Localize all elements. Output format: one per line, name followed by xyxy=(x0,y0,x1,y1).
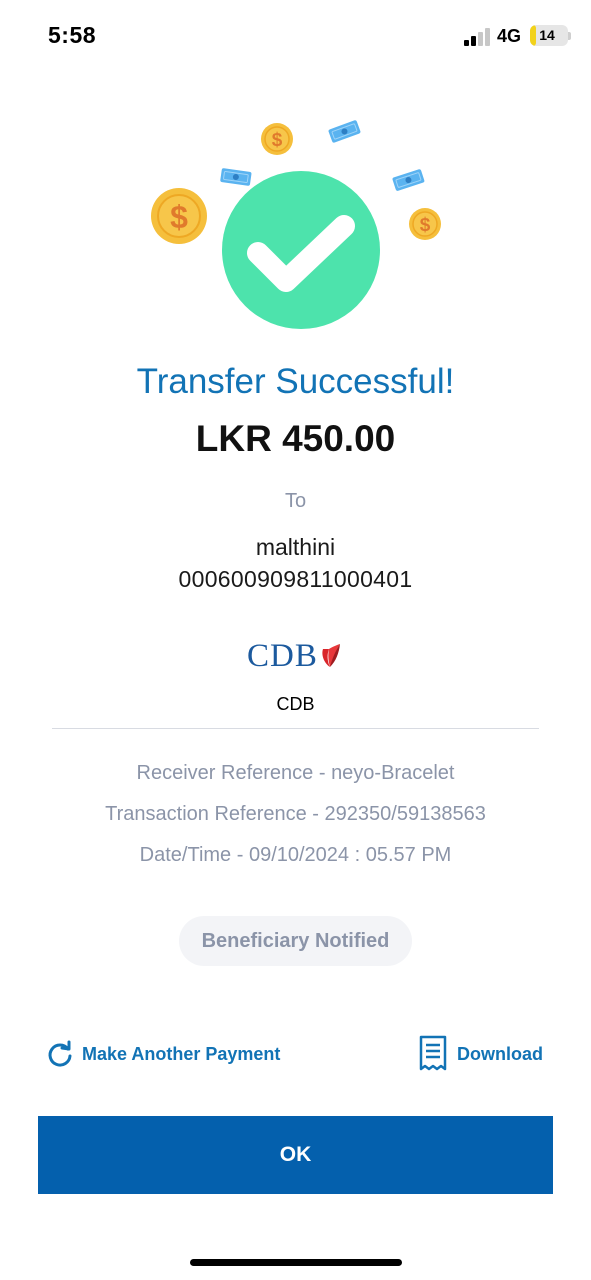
status-bar: 5:58 4G 14 xyxy=(0,0,591,72)
battery-level: 14 xyxy=(539,27,555,43)
battery-nub xyxy=(568,32,571,40)
banknote-icon xyxy=(392,169,425,191)
make-another-payment-button[interactable]: Make Another Payment xyxy=(46,1034,280,1074)
success-illustration: $ $ $ xyxy=(140,118,450,338)
bank-logo-mark-icon xyxy=(322,644,340,667)
checkmark-icon xyxy=(222,171,380,329)
download-label: Download xyxy=(457,1043,543,1064)
transaction-reference: Transaction Reference - 292350/59138563 xyxy=(0,803,591,826)
network-type: 4G xyxy=(497,26,522,46)
banknote-icon xyxy=(220,168,252,186)
svg-text:$: $ xyxy=(420,215,431,236)
transaction-datetime: Date/Time - 09/10/2024 : 05.57 PM xyxy=(0,844,591,867)
home-indicator[interactable] xyxy=(190,1259,402,1266)
coin-icon: $ xyxy=(261,123,293,155)
banknote-icon xyxy=(328,120,361,143)
transfer-amount: LKR 450.00 xyxy=(195,418,396,459)
transfer-status-title: Transfer Successful! xyxy=(136,362,455,401)
coin-icon: $ xyxy=(409,208,441,240)
svg-text:$: $ xyxy=(272,130,283,151)
cellular-signal-icon xyxy=(464,28,490,46)
receipt-icon xyxy=(419,1035,447,1071)
ok-button[interactable]: OK xyxy=(38,1116,553,1194)
divider xyxy=(52,728,539,729)
bank-logo: CDB xyxy=(247,638,341,674)
datetime-value: 09/10/2024 : 05.57 PM xyxy=(248,844,452,866)
beneficiary-notified-badge: Beneficiary Notified xyxy=(179,916,412,966)
refresh-icon xyxy=(48,1040,72,1067)
recipient-account-number: 000600909811000401 xyxy=(178,566,413,592)
battery-icon: 14 xyxy=(530,25,568,46)
receiver-reference-label: Receiver Reference - xyxy=(136,762,332,784)
make-another-payment-label: Make Another Payment xyxy=(82,1043,281,1064)
bank-logo-text: CDB xyxy=(247,637,318,674)
status-time: 5:58 xyxy=(48,22,97,48)
coin-icon: $ xyxy=(151,188,207,244)
receiver-reference: Receiver Reference - neyo-Bracelet xyxy=(0,762,591,785)
receiver-reference-value: neyo-Bracelet xyxy=(331,762,455,784)
transaction-reference-label: Transaction Reference - xyxy=(105,803,325,825)
to-label: To xyxy=(284,490,307,512)
svg-text:$: $ xyxy=(170,199,188,235)
datetime-label: Date/Time - xyxy=(139,844,249,866)
bank-name: CDB xyxy=(276,694,315,714)
transaction-reference-value: 292350/59138563 xyxy=(324,803,486,825)
download-button[interactable]: Download xyxy=(417,1034,543,1074)
recipient-name: malthini xyxy=(255,534,336,560)
